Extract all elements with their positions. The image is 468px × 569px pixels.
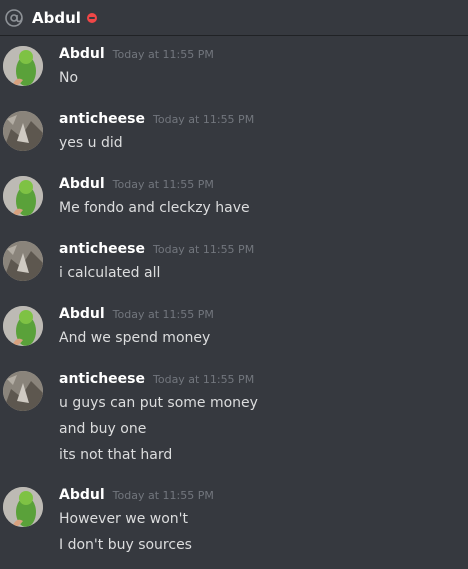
message-author[interactable]: anticheese [59,241,145,257]
message-group: Abdul Today at 11:55 PM And we spend mon… [0,306,468,347]
message-timestamp: Today at 11:55 PM [112,178,214,191]
message-text: No [59,70,79,86]
message-timestamp: Today at 11:55 PM [112,489,214,502]
message-timestamp: Today at 11:55 PM [153,243,255,256]
message-text: I don't buy sources [59,537,192,553]
message-text: and buy one [59,421,147,437]
message-text: Me fondo and cleckzy have [59,200,250,216]
message-author[interactable]: Abdul [59,306,105,322]
message-text: i calculated all [59,265,161,281]
parrot-avatar[interactable] [3,487,43,527]
parrot-avatar[interactable] [3,306,43,346]
message-group: anticheese Today at 11:55 PM i calculate… [0,241,468,282]
message-group: Abdul Today at 11:55 PM No [0,46,468,87]
message-timestamp: Today at 11:55 PM [153,373,255,386]
at-sign-icon [4,8,24,28]
message-text: And we spend money [59,330,211,346]
rock-avatar[interactable] [3,241,43,281]
message-text: yes u did [59,135,123,151]
message-timestamp: Today at 11:55 PM [112,308,214,321]
message-text: u guys can put some money [59,395,258,411]
message-author[interactable]: Abdul [59,46,105,62]
message-timestamp: Today at 11:55 PM [153,113,255,126]
message-timestamp: Today at 11:55 PM [112,48,214,61]
rock-avatar[interactable] [3,371,43,411]
message-group: Abdul Today at 11:55 PM However we won't… [0,487,468,554]
message-author[interactable]: Abdul [59,487,105,503]
message-text: However we won't [59,511,189,527]
parrot-avatar[interactable] [3,46,43,86]
channel-header: Abdul [0,0,468,36]
message-group: anticheese Today at 11:55 PM yes u did [0,111,468,152]
message-text: its not that hard [59,447,173,463]
do-not-disturb-status-icon [86,13,97,23]
dm-window: Abdul Abdul Today at 11:55 PM No antiche… [0,0,468,569]
message-group: Abdul Today at 11:55 PM Me fondo and cle… [0,176,468,217]
parrot-avatar[interactable] [3,176,43,216]
message-author[interactable]: Abdul [59,176,105,192]
message-author[interactable]: anticheese [59,371,145,387]
rock-avatar[interactable] [3,111,43,151]
message-author[interactable]: anticheese [59,111,145,127]
message-group: anticheese Today at 11:55 PM u guys can … [0,371,468,464]
channel-title[interactable]: Abdul [32,9,81,27]
